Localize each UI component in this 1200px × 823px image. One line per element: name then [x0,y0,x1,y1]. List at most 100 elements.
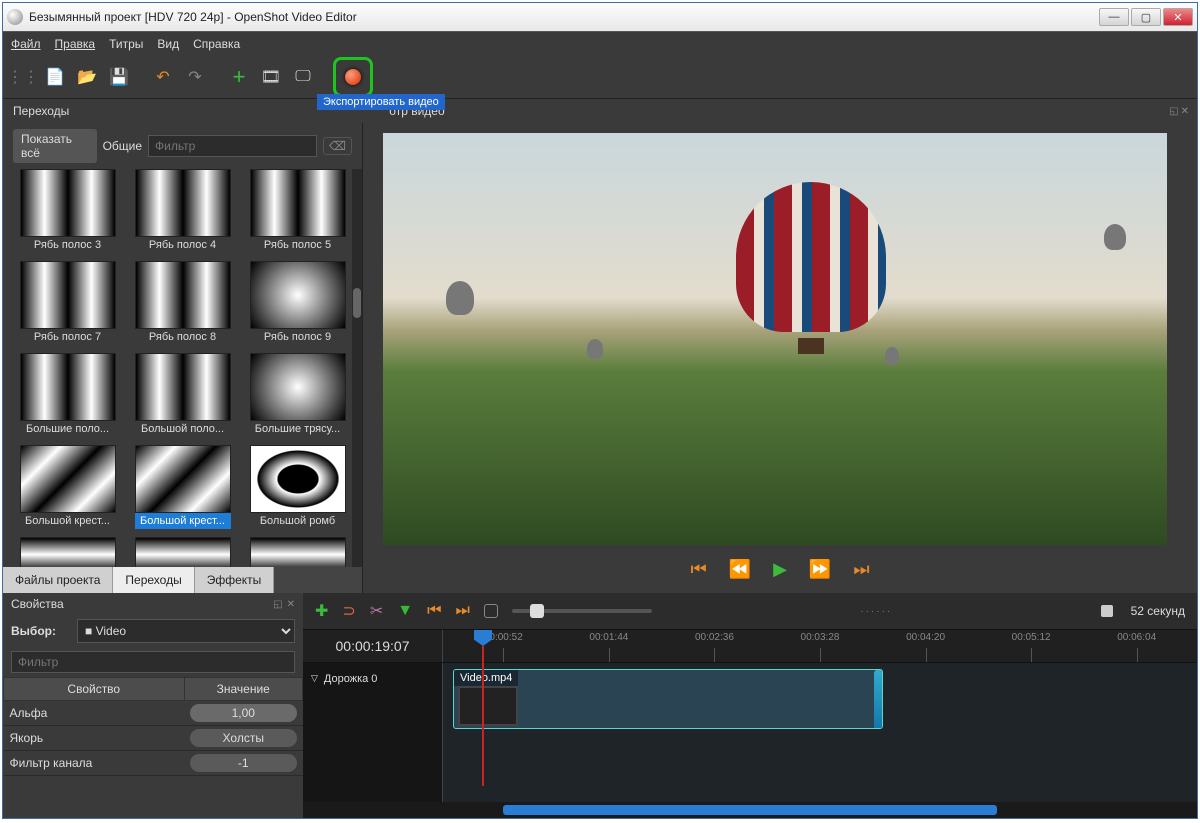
thumb-image [250,169,346,237]
menu-titles[interactable]: Титры [109,37,143,51]
transition-thumb[interactable]: Большой крест... [128,445,237,529]
transition-thumb[interactable]: Большие трясу... [243,353,352,437]
choice-select[interactable]: ■ Video [77,619,295,643]
dock-float-icon[interactable]: ◱ [273,599,282,610]
drag-handle[interactable]: ······ [666,606,1087,617]
prop-name: Якорь [4,726,185,751]
thumb-label: Рябь полос 8 [135,329,231,345]
transitions-scrollbar[interactable] [352,169,362,567]
dock-close-icon[interactable]: ✕ [287,599,295,610]
prev-marker-button[interactable]: ⏮ [427,602,441,620]
track-label: Дорожка 0 [324,673,378,685]
grip-icon: ⋮⋮ [9,63,37,91]
menu-help[interactable]: Справка [193,37,240,51]
prop-value[interactable]: 1,00 [190,704,296,722]
jump-start-button[interactable]: ⏮ [690,559,706,580]
common-tab[interactable]: Общие [103,139,142,153]
panel-title-transitions: Переходы [3,104,79,118]
import-button[interactable]: + [225,63,253,91]
timeline-hscrollbar[interactable] [303,802,1197,818]
transition-thumb[interactable] [128,537,237,567]
add-track-button[interactable]: ✚ [315,601,328,621]
video-preview[interactable] [383,133,1167,545]
undo-button[interactable]: ↶ [149,63,177,91]
thumb-image [250,353,346,421]
razor-button[interactable]: ✂ [370,601,383,621]
menu-view[interactable]: Вид [157,37,179,51]
playhead[interactable] [483,630,492,662]
maximize-button[interactable]: ▢ [1131,8,1161,26]
left-panel-tabs: Файлы проекта Переходы Эффекты [3,567,362,593]
prop-name: Альфа [4,701,185,726]
ruler-tick: 00:02:36 [695,632,734,643]
col-value[interactable]: Значение [184,678,302,701]
track-header[interactable]: ▽ Дорожка 0 [303,663,443,802]
thumb-image [20,445,116,513]
center-toggle[interactable] [484,604,498,618]
properties-filter-input[interactable] [11,651,295,673]
clip-end-handle[interactable] [874,670,883,729]
transition-thumb[interactable]: Большие поло... [13,353,122,437]
prop-value[interactable]: Холсты [190,729,296,747]
transition-thumb[interactable]: Рябь полос 9 [243,261,352,345]
clear-filter-button[interactable]: ⌫ [323,137,352,155]
transition-thumb[interactable]: Большой ромб [243,445,352,529]
fast-forward-button[interactable]: ⏩ [809,559,831,580]
zoom-slider[interactable] [512,609,652,613]
close-button[interactable]: ✕ [1163,8,1193,26]
save-project-button[interactable]: 💾 [105,63,133,91]
minimize-button[interactable]: — [1099,8,1129,26]
tab-effects[interactable]: Эффекты [195,567,275,593]
timeline-ruler[interactable]: 00:00:5200:01:4400:02:3600:03:2800:04:20… [443,630,1197,662]
panel-header-row: Переходы отр видео ◱ ✕ [3,99,1197,123]
thumb-label: Большой крест... [20,513,116,529]
properties-title: Свойства [11,597,273,611]
ruler-tick: 00:01:44 [589,632,628,643]
dock-close-icon[interactable]: ✕ [1181,106,1189,117]
preview-playbar: ⏮ ⏪ ▶ ⏩ ⏭ [363,545,1197,593]
dock-float-icon[interactable]: ◱ [1169,106,1178,117]
transition-thumb[interactable] [13,537,122,567]
open-project-button[interactable]: 📂 [73,63,101,91]
transition-thumb[interactable]: Рябь полос 7 [13,261,122,345]
prop-value[interactable]: -1 [190,754,296,772]
property-row[interactable]: Альфа 1,00 [4,701,303,726]
redo-button[interactable]: ↷ [181,63,209,91]
clip-label: Video.mp4 [454,670,518,686]
profile-button[interactable]: 🎞 [257,63,285,91]
tab-transitions[interactable]: Переходы [113,567,194,593]
tab-project-files[interactable]: Файлы проекта [3,567,113,593]
transition-thumb[interactable]: Рябь полос 4 [128,169,237,253]
timeline-clip[interactable]: Video.mp4 [453,669,883,729]
jump-end-button[interactable]: ⏭ [853,559,869,580]
transition-thumb[interactable]: Большой крест... [13,445,122,529]
titlebar: Безымянный проект [HDV 720 24p] - OpenSh… [3,3,1197,31]
new-project-button[interactable]: 📄 [41,63,69,91]
thumb-label: Рябь полос 4 [135,237,231,253]
fullscreen-button[interactable]: 🖵 [289,63,317,91]
show-all-button[interactable]: Показать всё [13,129,97,163]
track-area[interactable]: Video.mp4 [443,663,1197,802]
export-video-button[interactable] [339,63,367,91]
menu-file[interactable]: Файл [11,37,41,51]
transition-thumb[interactable]: Рябь полос 5 [243,169,352,253]
toolbar: ⋮⋮ 📄 📂 💾 ↶ ↷ + 🎞 🖵 [3,55,1197,99]
rewind-button[interactable]: ⏪ [729,559,751,580]
thumb-image [250,445,346,513]
track-collapse-icon[interactable]: ▽ [311,673,318,684]
menu-edit[interactable]: Правка [55,37,96,51]
transition-thumb[interactable] [243,537,352,567]
property-row[interactable]: Фильтр канала-1 [4,751,303,776]
next-marker-button[interactable]: ⏭ [455,602,469,620]
col-property[interactable]: Свойство [4,678,185,701]
snap-button[interactable]: ⊃ [342,601,355,621]
marker-button[interactable]: ▼ [397,602,413,620]
play-button[interactable]: ▶ [773,559,787,580]
property-row[interactable]: Якорь Холсты [4,726,303,751]
transition-thumb[interactable]: Рябь полос 3 [13,169,122,253]
transition-thumb[interactable]: Большой поло... [128,353,237,437]
timeline-length: 52 секунд [1131,604,1185,618]
ruler-tick: 00:06:04 [1117,632,1156,643]
transition-thumb[interactable]: Рябь полос 8 [128,261,237,345]
transitions-filter-input[interactable] [148,135,317,157]
